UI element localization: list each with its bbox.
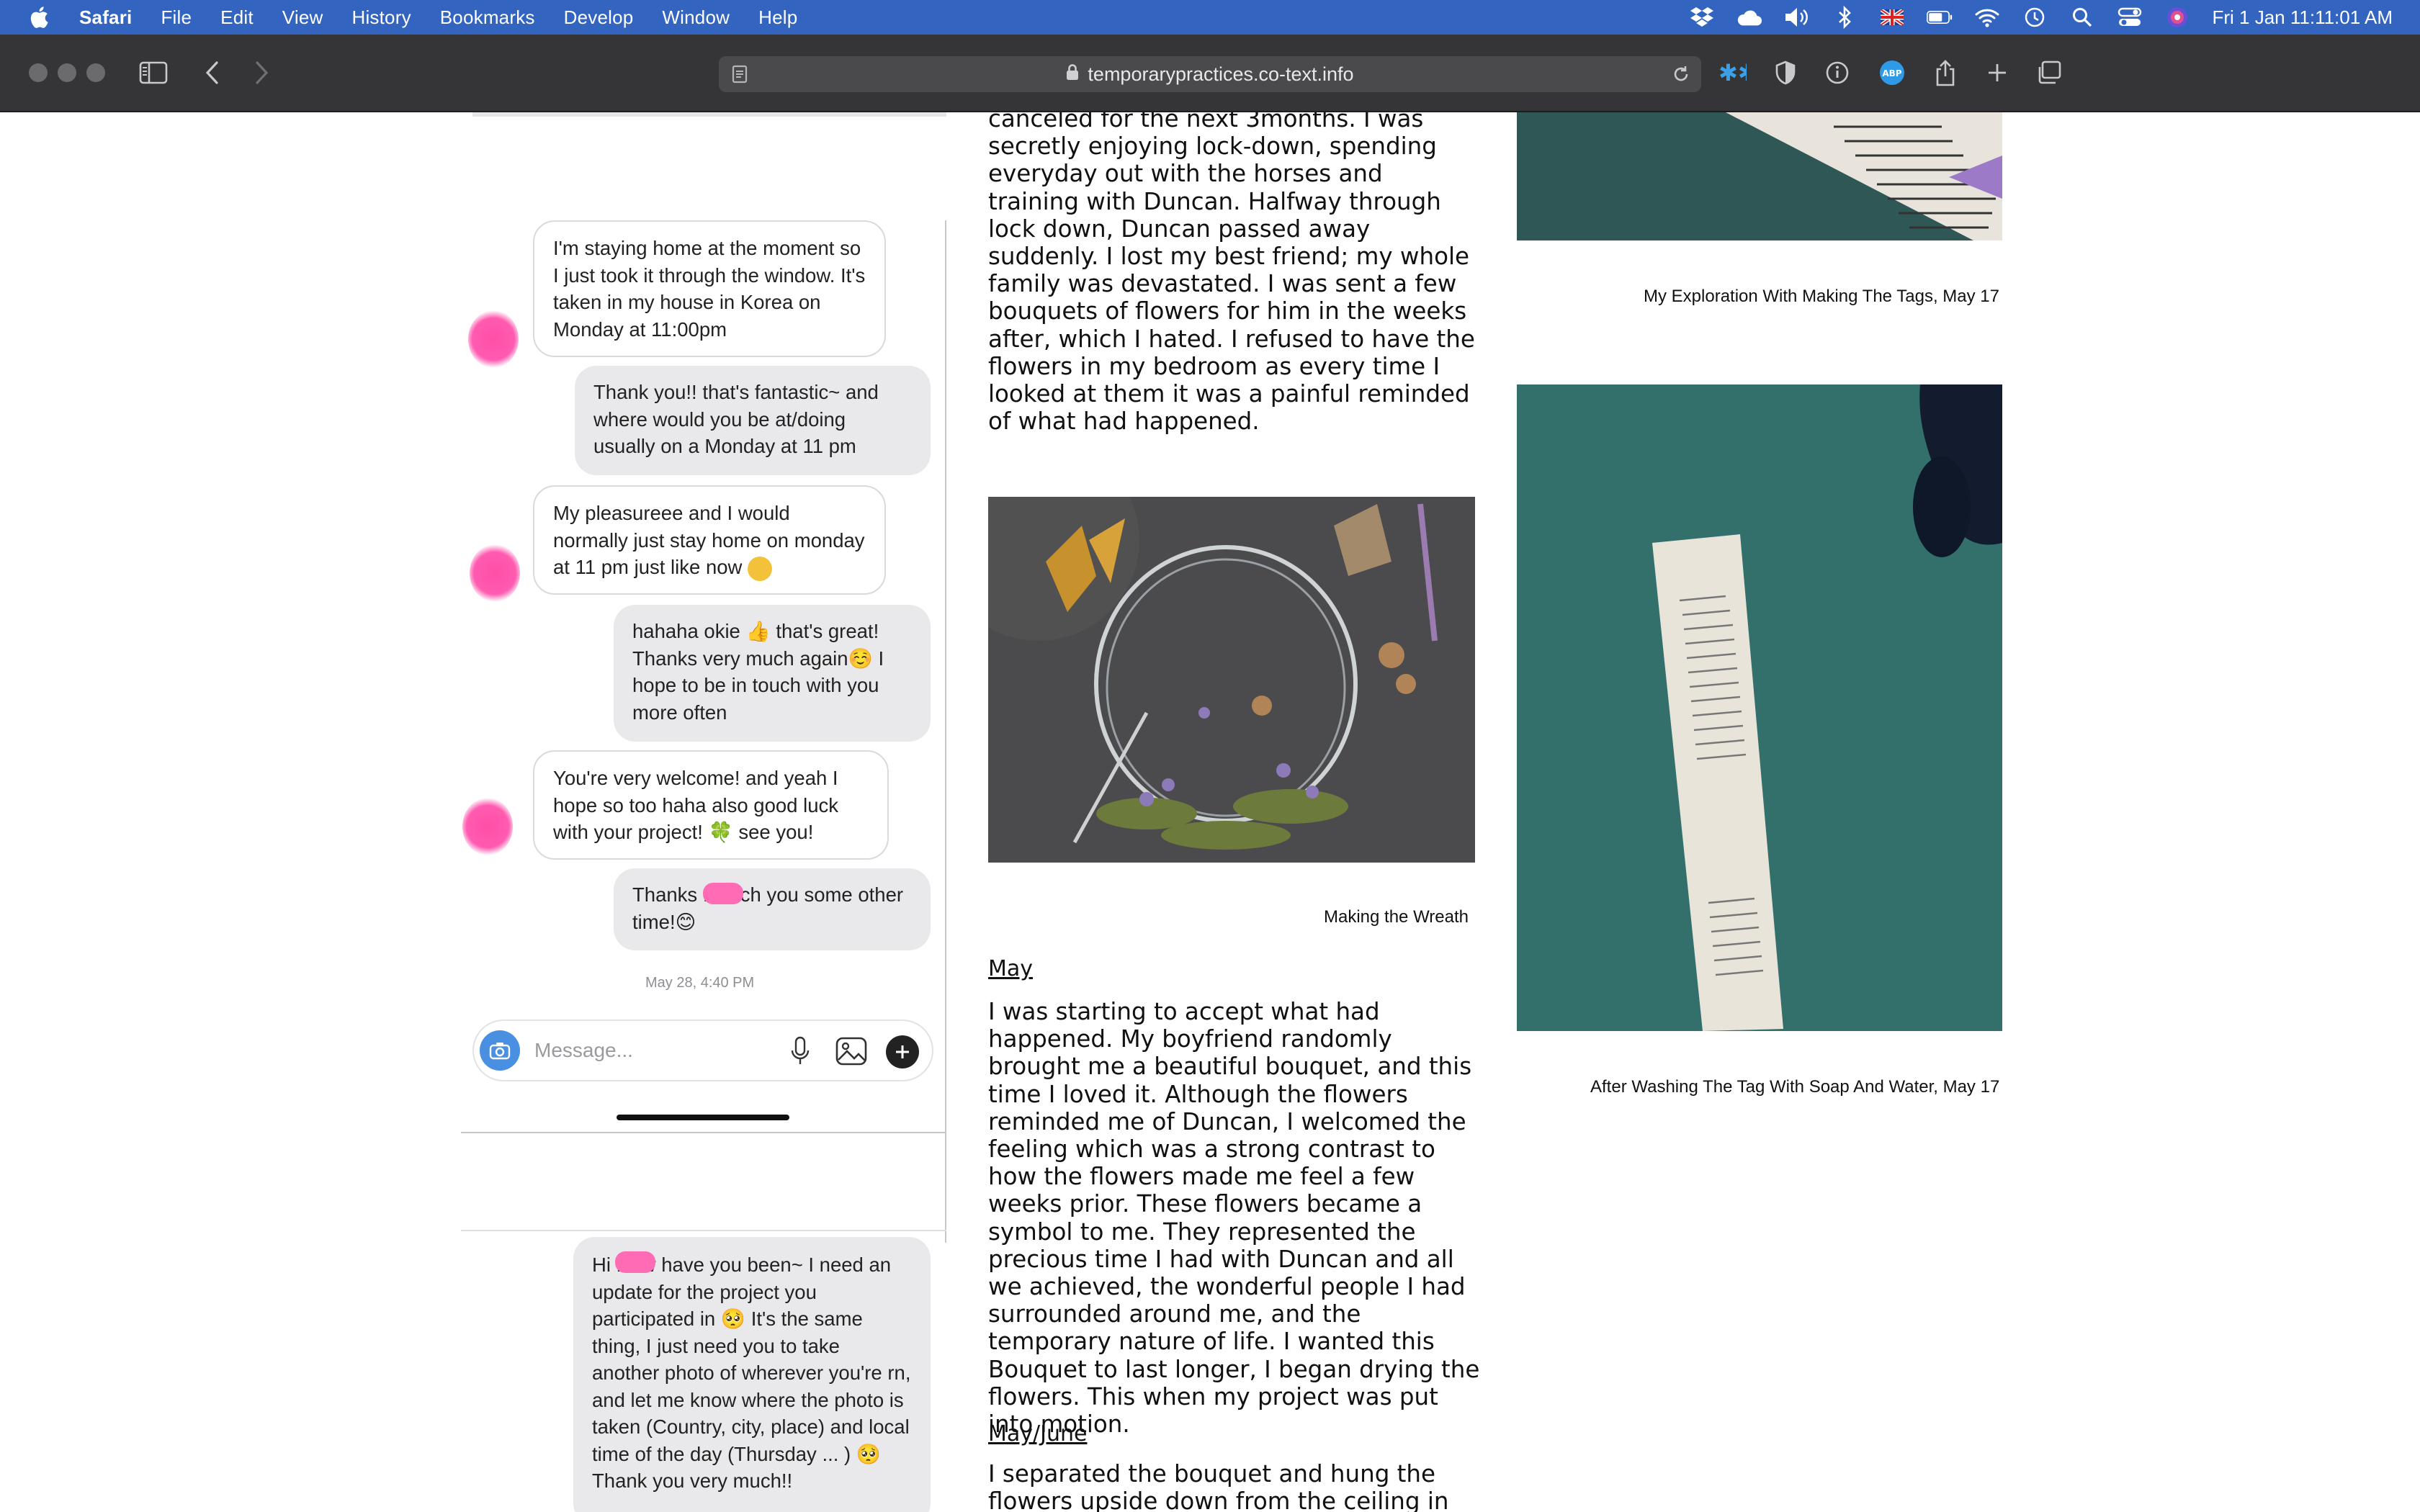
- caption-wreath: Making the Wreath: [1324, 907, 1469, 927]
- tab-overview-icon[interactable]: [2033, 56, 2066, 89]
- browser-toolbar: temporarypractices.co-text.info ✱✱ ABP: [0, 35, 2420, 112]
- info-icon[interactable]: [1821, 56, 1854, 89]
- gallery-icon[interactable]: [835, 1037, 867, 1069]
- svg-text:ABP: ABP: [1882, 68, 1901, 78]
- minimize-window-button[interactable]: [58, 63, 76, 82]
- bluetooth-icon[interactable]: [1832, 6, 1857, 29]
- camera-icon[interactable]: [480, 1030, 520, 1071]
- shield-icon[interactable]: [1769, 56, 1802, 89]
- menu-window[interactable]: Window: [662, 6, 730, 29]
- redacted-name: [703, 883, 743, 904]
- chat-bubble-incoming: My pleasureee and I would normally just …: [533, 485, 886, 595]
- redacted-avatar: [462, 798, 513, 855]
- menu-file[interactable]: File: [161, 6, 192, 29]
- apple-menu-icon[interactable]: [29, 6, 49, 29]
- chat-bubble-incoming: I'm staying home at the moment so I just…: [533, 220, 886, 357]
- chat-message-text: Thanks ! catch you some other time!😊: [632, 883, 904, 933]
- redacted-avatar: [468, 310, 519, 368]
- menu-history[interactable]: History: [351, 6, 411, 29]
- status-area: Fri 1 Jan 11:11:01 AM: [1667, 0, 2393, 35]
- zoom-window-button[interactable]: [86, 63, 105, 82]
- article-paragraph-may: I was starting to accept what had happen…: [988, 998, 1480, 1439]
- add-icon[interactable]: [886, 1035, 919, 1068]
- wifi-icon[interactable]: [1974, 6, 2000, 29]
- uk-flag-icon[interactable]: [1879, 6, 1905, 29]
- menu-edit[interactable]: Edit: [220, 6, 254, 29]
- menubar-clock[interactable]: Fri 1 Jan 11:11:01 AM: [2212, 6, 2393, 29]
- caption-washing: After Washing The Tag With Soap And Wate…: [1590, 1077, 2000, 1097]
- close-window-button[interactable]: [29, 63, 48, 82]
- chat-bubble-incoming: You're very welcome! and yeah I hope so …: [533, 750, 889, 860]
- new-tab-icon[interactable]: [1981, 56, 2014, 89]
- menu-bar: Safari File Edit View History Bookmarks …: [0, 0, 2420, 35]
- address-bar[interactable]: temporarypractices.co-text.info: [719, 56, 1701, 92]
- forward-button[interactable]: [245, 56, 278, 89]
- reload-icon[interactable]: [1671, 64, 1691, 89]
- url-text: temporarypractices.co-text.info: [1088, 63, 1354, 85]
- menu-view[interactable]: View: [282, 6, 323, 29]
- back-button[interactable]: [196, 56, 229, 89]
- washed-tag-photo: [1517, 384, 2002, 1031]
- battery-icon[interactable]: [1927, 6, 1953, 29]
- control-center-icon[interactable]: [2117, 6, 2143, 29]
- article-paragraph-may-june: I separated the bouquet and hung the flo…: [988, 1460, 1449, 1512]
- menu-bookmarks[interactable]: Bookmarks: [440, 6, 535, 29]
- laughing-emoji-icon: [748, 556, 773, 581]
- chat-timestamp: May 28, 4:40 PM: [645, 975, 755, 991]
- chat-bubble-outgoing: hahaha okie 👍 that's great! Thanks very …: [614, 605, 931, 742]
- chat-message-text: My pleasureee and I would normally just …: [553, 502, 865, 578]
- chat-bubble-outgoing: Thank you!! that's fantastic~ and where …: [575, 366, 931, 475]
- redacted-name: [615, 1251, 655, 1273]
- section-heading-may-june: May/June: [988, 1421, 1088, 1446]
- sidebar-toggle-icon[interactable]: [137, 56, 170, 89]
- menu-develop[interactable]: Develop: [564, 6, 634, 29]
- svg-text:✱✱: ✱✱: [1718, 63, 1747, 82]
- cloud-icon[interactable]: [1736, 6, 1762, 29]
- extension-stars-icon[interactable]: ✱✱: [1716, 56, 1749, 89]
- web-page: I'm staying home at the moment so I just…: [0, 112, 2420, 1512]
- microphone-icon[interactable]: [789, 1035, 811, 1071]
- wreath-photo: [988, 497, 1475, 863]
- menu-safari[interactable]: Safari: [79, 6, 132, 29]
- message-input[interactable]: Message...: [534, 1039, 633, 1062]
- tags-exploration-photo: [1517, 112, 2002, 240]
- menu-help[interactable]: Help: [758, 6, 797, 29]
- siri-icon[interactable]: [2164, 6, 2190, 29]
- share-icon[interactable]: [1929, 56, 1962, 89]
- spotlight-icon[interactable]: [2069, 6, 2095, 29]
- lock-icon: [1066, 63, 1079, 86]
- caption-tags: My Exploration With Making The Tags, May…: [1644, 287, 1999, 306]
- chat-bubble-outgoing: Hi How have you been~ I need an update f…: [573, 1237, 931, 1512]
- reader-page-icon[interactable]: [732, 65, 748, 89]
- redacted-avatar: [470, 544, 520, 602]
- chat-bubble-outgoing: Thanks ! catch you some other time!😊: [614, 868, 931, 950]
- home-indicator: [617, 1115, 789, 1120]
- dropbox-icon[interactable]: [1689, 6, 1715, 29]
- adblock-plus-icon[interactable]: ABP: [1876, 56, 1909, 89]
- time-machine-icon[interactable]: [2022, 6, 2048, 29]
- section-heading-may: May: [988, 956, 1034, 981]
- volume-icon[interactable]: [1784, 6, 1810, 29]
- article-paragraph: canceled for the next 3months. I was sec…: [988, 112, 1475, 436]
- message-composer[interactable]: Message...: [472, 1020, 933, 1081]
